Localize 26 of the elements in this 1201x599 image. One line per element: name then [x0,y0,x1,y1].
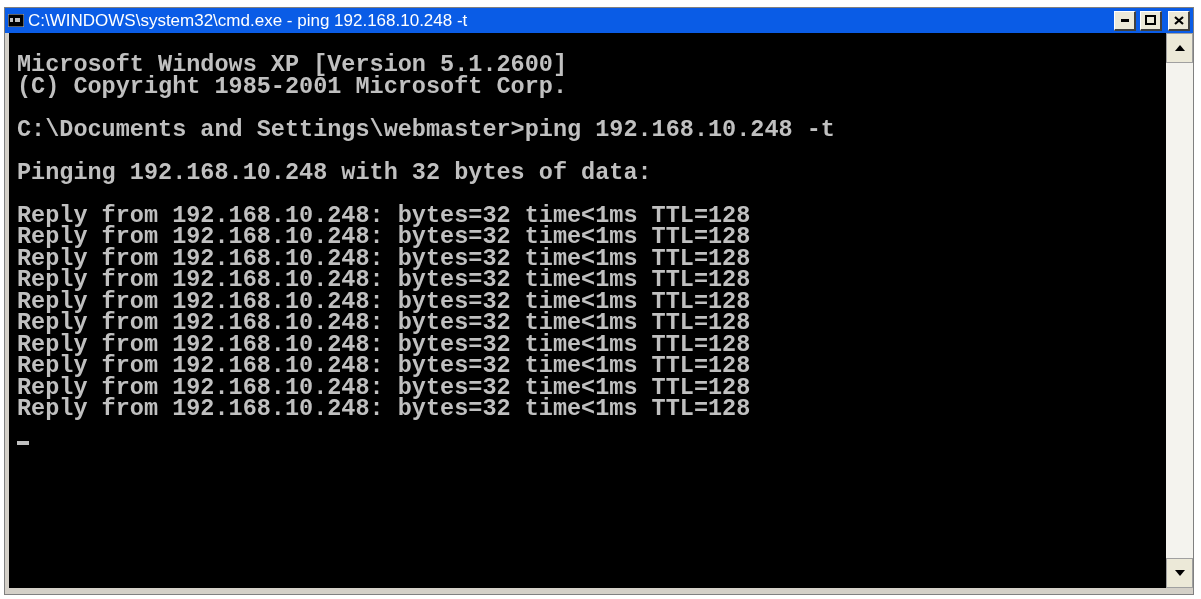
console-icon [8,14,24,27]
console-line: Reply from 192.168.10.248: bytes=32 time<1ms TTL=128 [17,247,751,269]
up-arrow-icon [1174,45,1185,51]
console-line: Reply from 192.168.10.248: bytes=32 time<1ms TTL=128 [17,290,751,312]
down-arrow-icon [1174,570,1185,576]
minimize-icon [1120,18,1129,22]
scroll-up-button[interactable] [1166,33,1193,63]
window-title: C:\WINDOWS\system32\cmd.exe - ping 192.168.10.248 -t [28,12,468,29]
maximize-icon [1145,15,1156,25]
maximize-button[interactable] [1140,10,1162,31]
close-button[interactable] [1168,10,1190,31]
console-line: (C) Copyright 1985-2001 Microsoft Corp. [17,75,567,97]
console-line: Reply from 192.168.10.248: bytes=32 time<1ms TTL=128 [17,398,751,420]
console-line: Reply from 192.168.10.248: bytes=32 time<1ms TTL=128 [17,204,751,226]
console-line: Reply from 192.168.10.248: bytes=32 time<1ms TTL=128 [17,226,751,248]
console-line: Reply from 192.168.10.248: bytes=32 time<1ms TTL=128 [17,376,751,398]
console-line: Reply from 192.168.10.248: bytes=32 time<1ms TTL=128 [17,355,751,377]
console-line: Pinging 192.168.10.248 with 32 bytes of data: [17,161,652,183]
close-icon [1173,15,1184,25]
console-line: Reply from 192.168.10.248: bytes=32 time<1ms TTL=128 [17,269,751,291]
minimize-button[interactable] [1114,10,1136,31]
console-line: C:\Documents and Settings\webmaster>ping 192.168.10.248 -t [17,118,835,140]
console-line: Reply from 192.168.10.248: bytes=32 time<1ms TTL=128 [17,333,751,355]
console-line: Reply from 192.168.10.248: bytes=32 time<1ms TTL=128 [17,312,751,334]
console-line: Microsoft Windows XP [Version 5.1.2600] [17,54,567,76]
scroll-down-button[interactable] [1166,558,1193,588]
